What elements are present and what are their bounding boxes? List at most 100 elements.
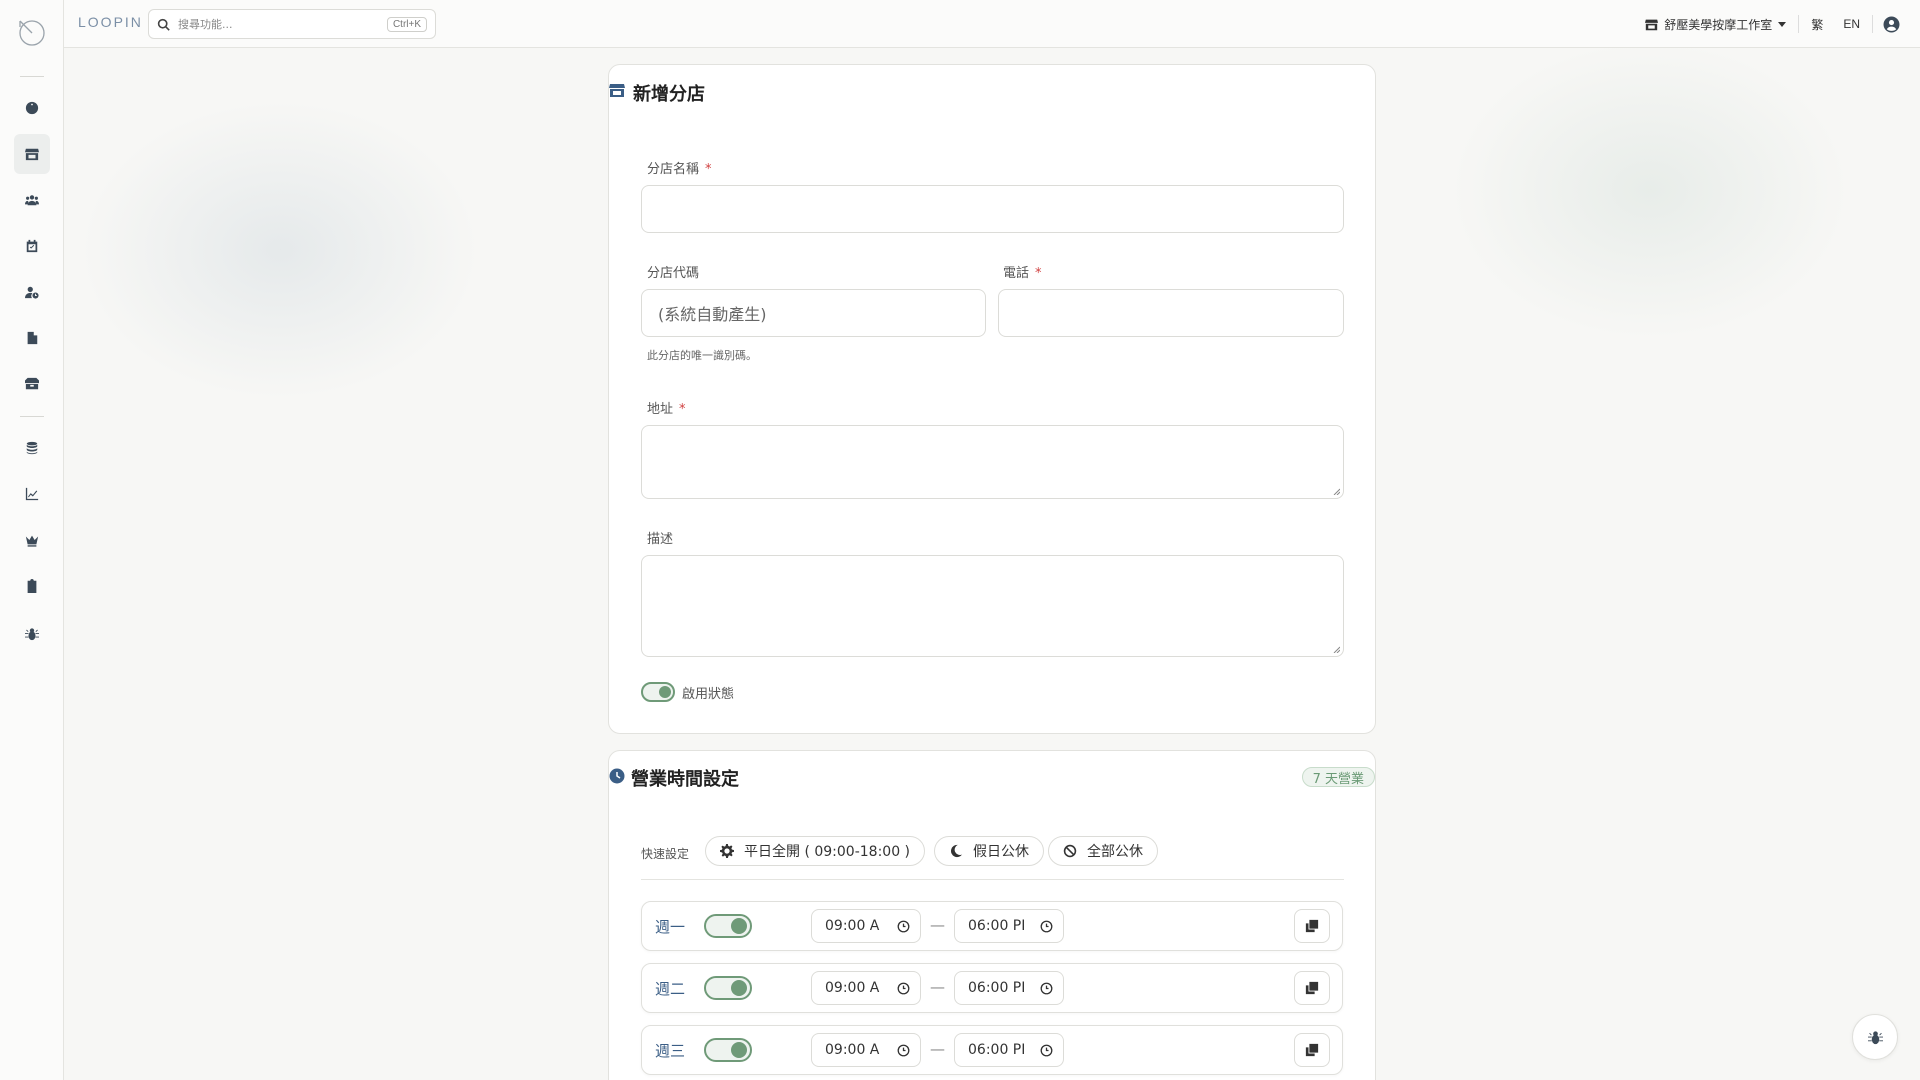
branch-code-hint: 此分店的唯一識別碼。 [647, 349, 757, 362]
sidebar-item-customers[interactable] [14, 180, 50, 220]
copy-icon [1305, 981, 1319, 995]
open-time-input[interactable]: 09:00 A [811, 909, 921, 943]
phone-label: 電話 * [1003, 266, 1042, 281]
copy-icon [1305, 1043, 1319, 1057]
search-box[interactable]: Ctrl+K [148, 9, 436, 39]
sidebar-item-dashboard[interactable] [14, 88, 50, 128]
calendar-check-icon [26, 239, 38, 253]
sidebar-item-debug[interactable] [14, 614, 50, 654]
day-row-wednesday: 週三 09:00 A — 06:00 PI [641, 1025, 1343, 1075]
sidebar-item-reports[interactable] [14, 474, 50, 514]
day-row-tuesday: 週二 09:00 A — 06:00 PI [641, 963, 1343, 1013]
time-separator: — [930, 978, 945, 996]
clock-icon [1040, 1044, 1053, 1057]
open-time-input[interactable]: 09:00 A [811, 1033, 921, 1067]
description-label: 描述 [647, 532, 674, 547]
day-open-toggle[interactable] [704, 1038, 752, 1062]
quick-all-closed-button[interactable]: 全部公休 [1048, 836, 1158, 866]
close-time-input[interactable]: 06:00 PI [954, 971, 1064, 1005]
card-title: 新增分店 [633, 84, 705, 105]
file-icon [27, 331, 38, 345]
copy-hours-button[interactable] [1294, 909, 1330, 943]
clipboard-icon [27, 579, 37, 593]
clock-icon [897, 1044, 910, 1057]
resize-handle-icon[interactable] [1332, 645, 1340, 653]
branch-name-input[interactable] [641, 185, 1344, 233]
sidebar-item-staff[interactable] [14, 272, 50, 312]
search-input[interactable] [178, 17, 387, 31]
sidebar-item-finance[interactable] [14, 428, 50, 468]
sidebar [0, 0, 64, 1080]
description-textarea[interactable] [641, 555, 1344, 657]
address-textarea[interactable] [641, 425, 1344, 499]
new-branch-card: 新增分店 分店名稱 * 分店代碼 (系統自動產生) 此分店的唯一識別碼。 電話 * … [608, 64, 1376, 734]
moon-icon [950, 844, 963, 858]
user-clock-icon [25, 286, 39, 299]
day-name: 週二 [655, 980, 686, 998]
bug-report-button[interactable] [1852, 1014, 1898, 1060]
store-icon [609, 84, 625, 97]
sidebar-item-store[interactable] [14, 134, 50, 174]
background-blob [80, 100, 480, 400]
quick-weekday-open-label: 平日全開 ( 09:00-18:00 ) [744, 844, 911, 860]
bug-icon [25, 628, 39, 641]
box-icon [25, 377, 39, 390]
logo-icon[interactable] [17, 17, 47, 47]
open-days-badge: 7 天營業 [1301, 767, 1375, 787]
branch-code-label: 分店代碼 [647, 266, 700, 281]
top-header: LOOPIN Ctrl+K 舒壓美學按摩工作室 繁 EN [64, 0, 1920, 48]
users-icon [25, 195, 39, 206]
coins-icon [26, 441, 38, 455]
close-time-input[interactable]: 06:00 PI [954, 909, 1064, 943]
quick-settings-label: 快速設定 [641, 847, 690, 861]
crown-icon [25, 535, 39, 547]
sidebar-item-inventory[interactable] [14, 364, 50, 404]
day-open-toggle[interactable] [704, 914, 752, 938]
phone-input[interactable] [998, 289, 1344, 337]
active-status-toggle[interactable] [641, 682, 675, 702]
sidebar-item-tasks[interactable] [14, 566, 50, 606]
day-name: 週三 [655, 1042, 686, 1060]
lang-zh-button[interactable]: 繁 [1811, 16, 1823, 33]
quick-holiday-closed-button[interactable]: 假日公休 [934, 836, 1044, 866]
quick-weekday-open-button[interactable]: 平日全開 ( 09:00-18:00 ) [705, 836, 926, 866]
close-time-input[interactable]: 06:00 PI [954, 1033, 1064, 1067]
chart-line-icon [25, 487, 39, 501]
store-selector[interactable]: 舒壓美學按摩工作室 [1645, 16, 1787, 33]
brand-name[interactable]: LOOPIN [78, 14, 143, 30]
sidebar-item-bookings[interactable] [14, 226, 50, 266]
sidebar-item-membership[interactable] [14, 520, 50, 560]
active-status-label: 啟用狀態 [682, 687, 735, 702]
header-divider [1798, 15, 1800, 33]
copy-hours-button[interactable] [1294, 1033, 1330, 1067]
sidebar-divider [20, 416, 44, 417]
clock-icon [1040, 982, 1053, 995]
background-blob [1450, 40, 1850, 340]
dashboard-icon [25, 101, 39, 115]
card-title: 營業時間設定 [631, 769, 739, 790]
day-open-toggle[interactable] [704, 976, 752, 1000]
open-time-input[interactable]: 09:00 A [811, 971, 921, 1005]
search-icon [157, 18, 170, 31]
sidebar-divider [20, 76, 44, 77]
quick-holiday-closed-label: 假日公休 [973, 844, 1029, 860]
day-row-monday: 週一 09:00 A — 06:00 PI [641, 901, 1343, 951]
store-icon [25, 148, 39, 161]
address-label: 地址 * [647, 402, 686, 417]
branch-name-label: 分店名稱 * [647, 162, 712, 177]
branch-code-input[interactable]: (系統自動產生) [641, 289, 986, 337]
store-icon [1645, 19, 1659, 30]
lang-en-button[interactable]: EN [1843, 17, 1860, 31]
time-separator: — [930, 1040, 945, 1058]
account-icon[interactable] [1883, 16, 1900, 33]
clock-icon [609, 768, 625, 784]
search-shortcut: Ctrl+K [386, 16, 427, 32]
copy-hours-button[interactable] [1294, 971, 1330, 1005]
day-name: 週一 [655, 918, 686, 936]
sidebar-item-documents[interactable] [14, 318, 50, 358]
resize-handle-icon[interactable] [1332, 487, 1340, 495]
section-divider [641, 879, 1344, 880]
header-actions: 舒壓美學按摩工作室 繁 EN [1645, 0, 1920, 48]
clock-icon [1040, 920, 1053, 933]
copy-icon [1305, 919, 1319, 933]
